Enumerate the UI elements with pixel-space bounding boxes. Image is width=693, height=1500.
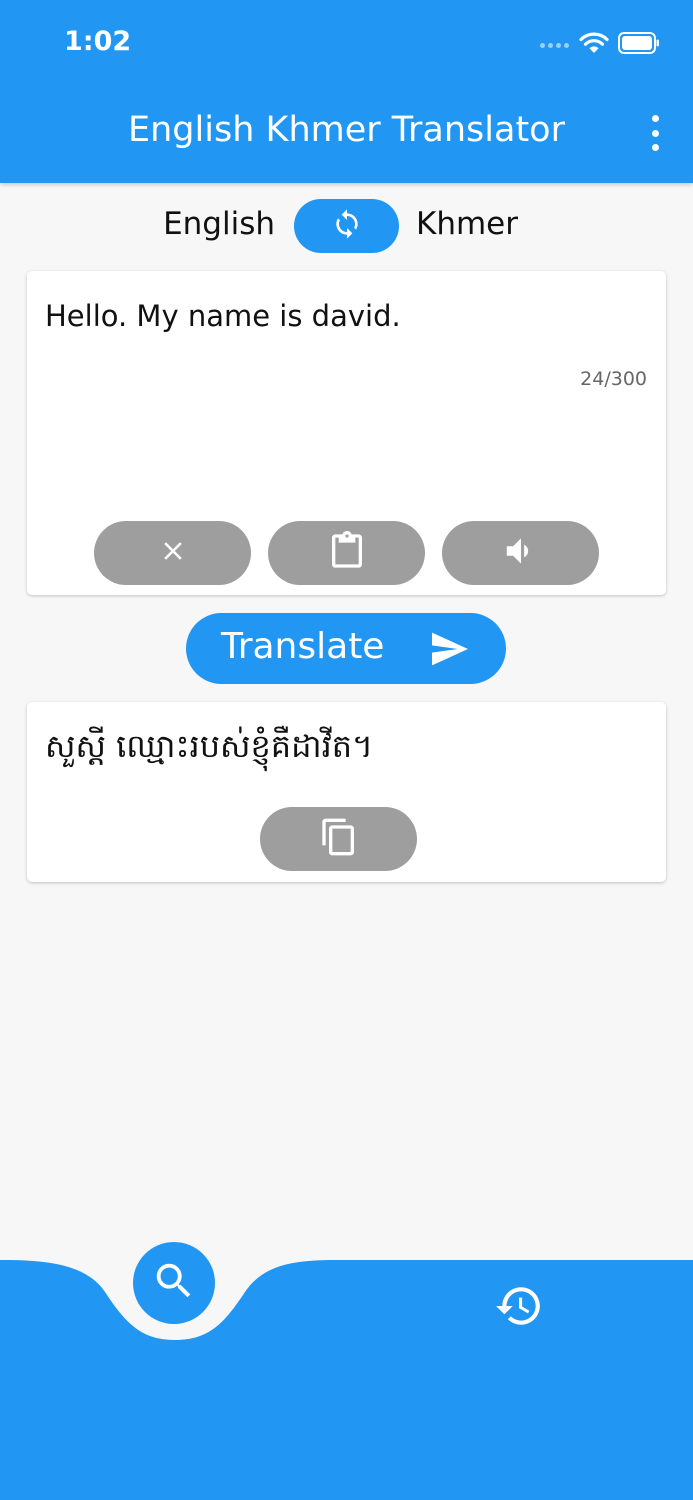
copy-button[interactable] [260, 807, 417, 871]
history-icon [494, 1281, 544, 1336]
sync-icon [331, 208, 363, 245]
bottom-navigation [0, 1260, 693, 1500]
status-indicators [540, 30, 660, 60]
signal-icon [540, 42, 569, 48]
speaker-icon [502, 532, 540, 575]
app-bar: 1:02 English Khmer Translator [0, 0, 693, 183]
search-tab-button[interactable] [133, 1242, 215, 1324]
swap-languages-button[interactable] [294, 199, 399, 253]
translated-text: សួស្តី ឈ្មោះរបស់ខ្ញុំគឺដាវីត។ [45, 727, 374, 765]
input-card: Hello. My name is david. 24/300 [27, 271, 666, 595]
translate-button-label: Translate [221, 626, 385, 667]
more-vert-icon[interactable] [647, 115, 663, 151]
translate-button[interactable]: Translate [186, 613, 506, 684]
paste-button[interactable] [268, 521, 425, 585]
target-language[interactable]: Khmer [416, 206, 518, 242]
send-icon [430, 631, 470, 672]
battery-icon [618, 31, 660, 59]
clipboard-icon [327, 530, 367, 576]
wifi-icon [579, 32, 609, 59]
speak-button[interactable] [442, 521, 599, 585]
input-text-field[interactable]: Hello. My name is david. [45, 299, 401, 333]
close-icon [158, 536, 188, 571]
app-title: English Khmer Translator [128, 110, 565, 150]
source-language[interactable]: English [163, 206, 275, 242]
char-counter: 24/300 [580, 368, 647, 390]
output-card: សួស្តី ឈ្មោះរបស់ខ្ញុំគឺដាវីត។ [27, 702, 666, 882]
language-selector: English Khmer [0, 198, 693, 254]
history-tab-button[interactable] [493, 1282, 545, 1334]
status-time: 1:02 [64, 26, 132, 57]
search-icon [151, 1258, 197, 1309]
copy-icon [319, 817, 359, 862]
clear-button[interactable] [94, 521, 251, 585]
